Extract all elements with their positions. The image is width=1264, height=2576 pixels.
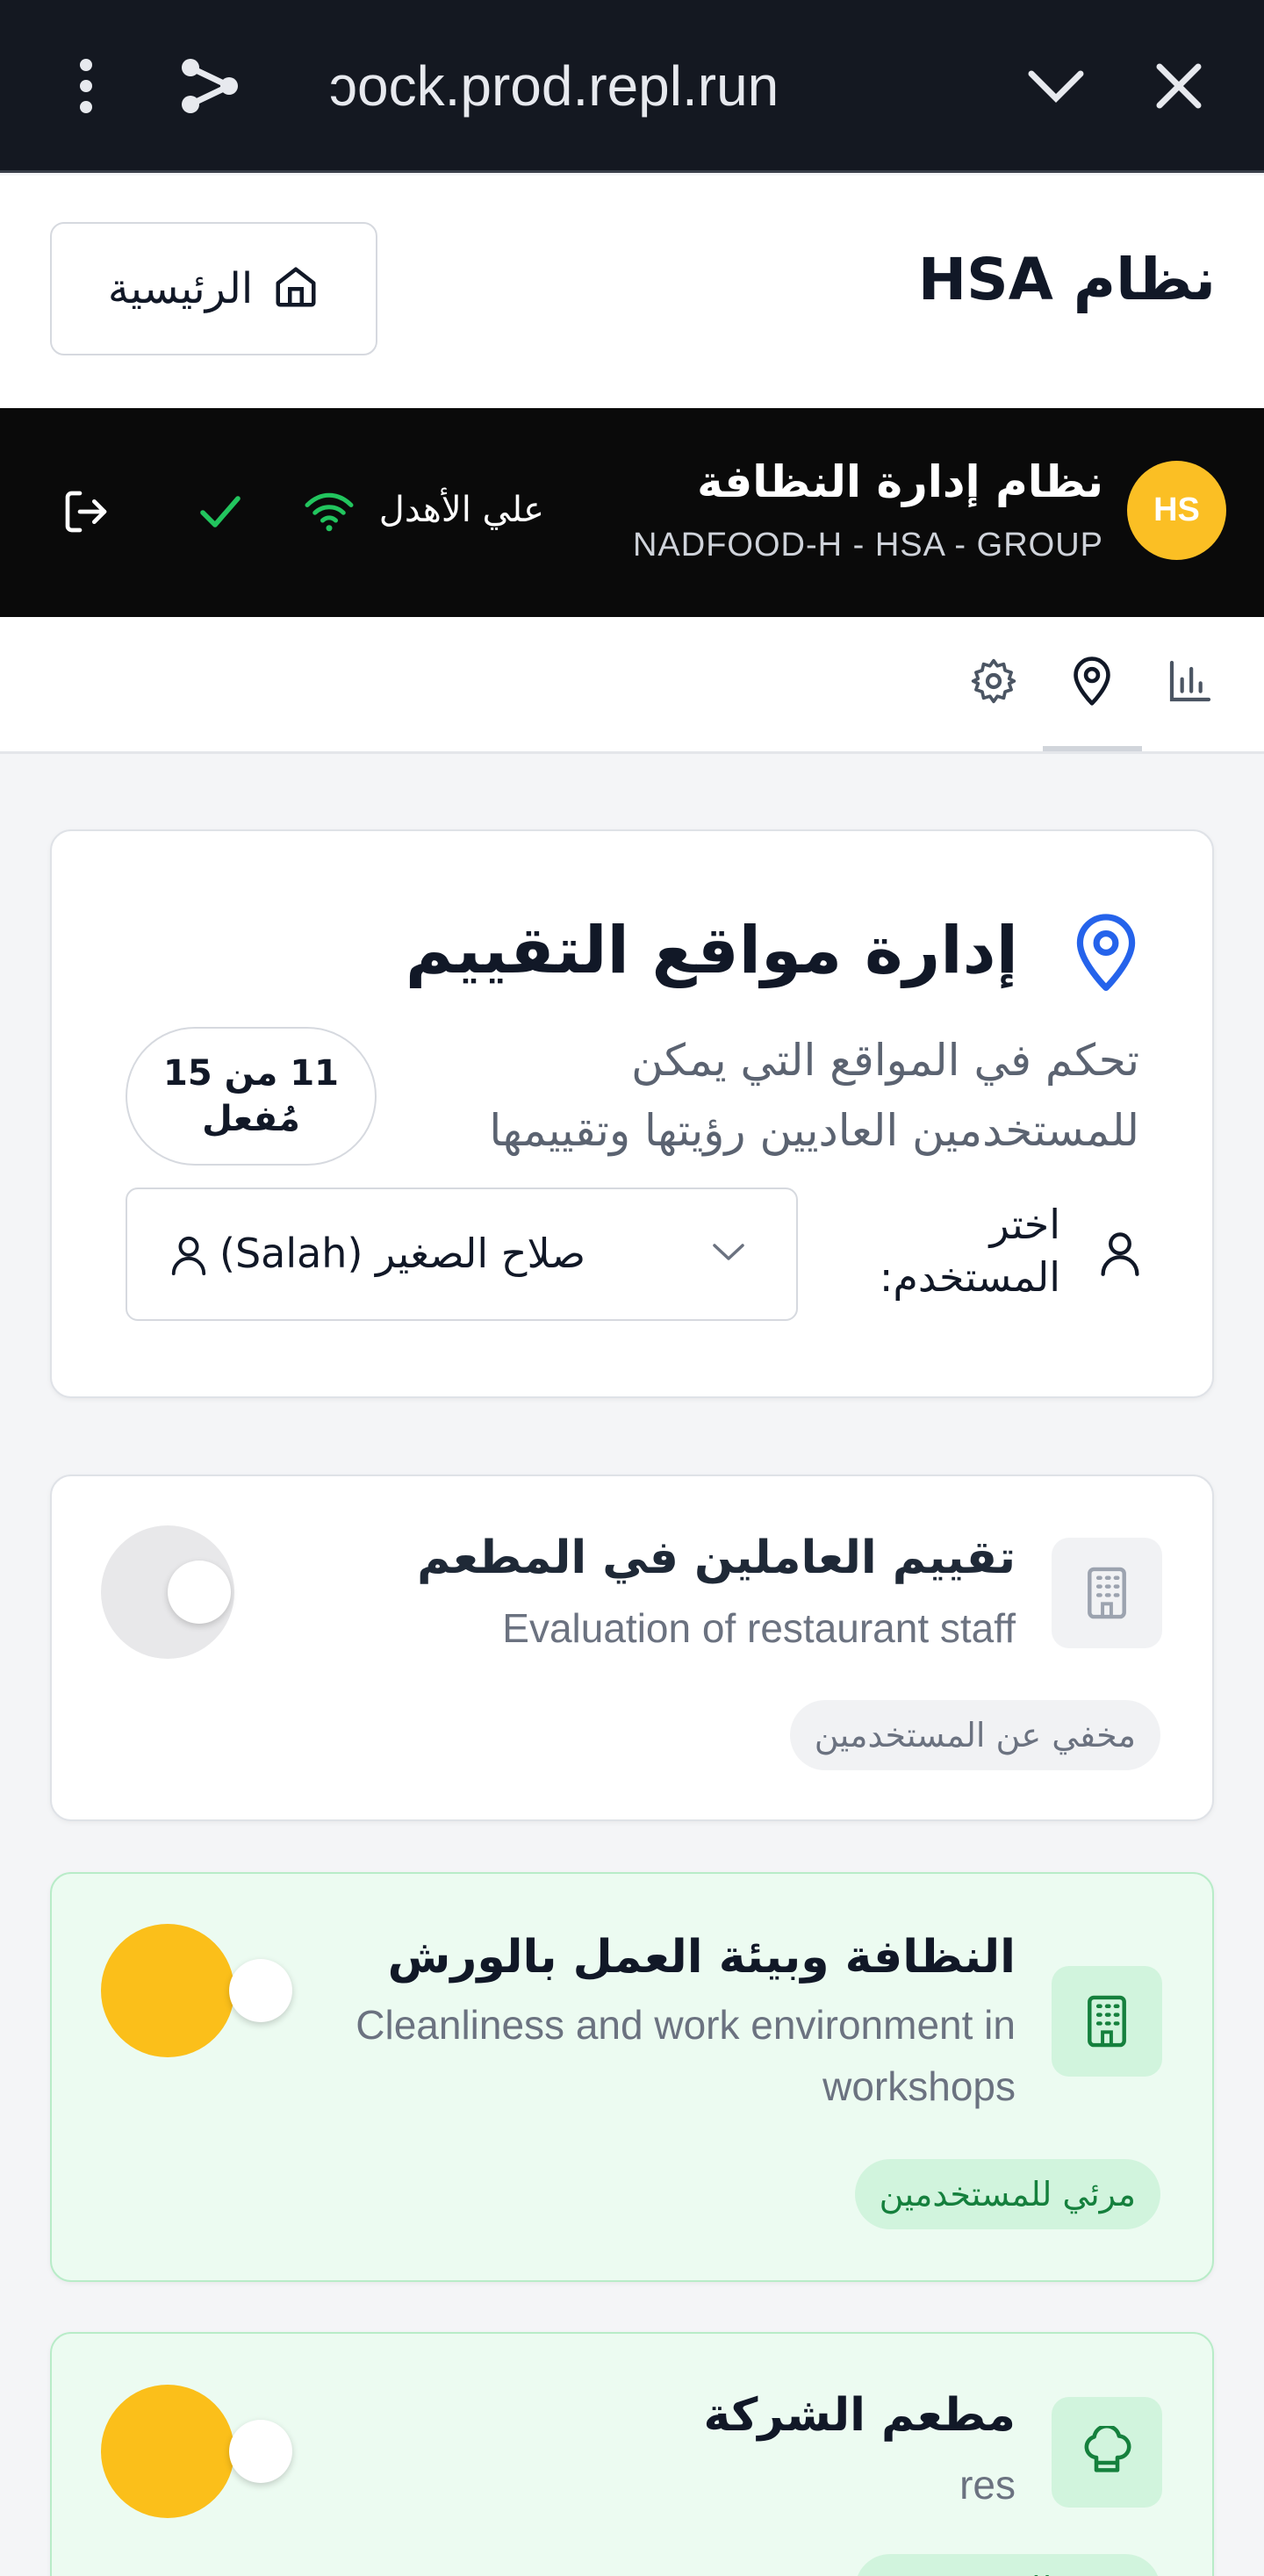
check-icon	[198, 492, 243, 535]
logout-icon[interactable]	[61, 487, 111, 540]
app-title: نظام HSA	[917, 246, 1216, 313]
close-icon[interactable]	[1137, 44, 1221, 128]
visibility-toggle[interactable]	[101, 1525, 305, 1659]
more-vertical-icon[interactable]	[44, 44, 128, 128]
status-badge: مخفي عن المستخدمين	[789, 1700, 1160, 1770]
home-icon	[272, 263, 320, 314]
location-title: مطعم الشركة	[703, 2389, 1016, 2442]
home-button-label: الرئيسية	[107, 264, 254, 313]
user-select[interactable]: صلاح الصغير (Salah)	[126, 1188, 798, 1321]
toggle-knob	[168, 1561, 231, 1624]
map-pin-icon	[1067, 655, 1117, 711]
tab-settings[interactable]	[954, 643, 1033, 722]
share-icon[interactable]	[167, 44, 251, 128]
user-icon	[1097, 1229, 1143, 1281]
chef-hat-icon	[1052, 2397, 1162, 2508]
enabled-count-badge: 11 من 15 مُفعل	[126, 1027, 377, 1166]
selected-user: صلاح الصغير (Salah)	[219, 1230, 585, 1277]
toggle-knob	[229, 2420, 292, 2483]
wifi-icon	[303, 487, 356, 540]
status-badge: مرئي للمستخدمين	[854, 2554, 1160, 2576]
org-subtitle: NADFOOD-H - HSA - GROUP	[632, 527, 1103, 563]
org-bar	[0, 408, 1264, 617]
page-title: إدارة مواقع التقييم	[405, 913, 1018, 988]
current-user-name: علي الأهدل	[378, 490, 544, 530]
map-pin-icon	[1071, 913, 1141, 997]
toggle-knob	[229, 1959, 292, 2022]
user-icon	[169, 1233, 209, 1281]
location-subtitle: Evaluation of restaurant staff	[502, 1605, 1016, 1651]
chevron-down-icon[interactable]	[1014, 44, 1098, 128]
org-name: نظام إدارة النظافة	[697, 456, 1103, 507]
page-description: تحكم في المواقع التي يمكن للمستخدمين الع…	[489, 1035, 1139, 1156]
gear-icon	[969, 657, 1018, 709]
avatar[interactable]: HS	[1127, 461, 1226, 560]
active-tab-indicator	[1043, 746, 1142, 751]
visibility-toggle[interactable]	[101, 2385, 305, 2518]
toggle-track	[101, 1924, 234, 2057]
chevron-down-icon	[711, 1238, 746, 1268]
choose-user-label: اختر المستخدم:	[879, 1201, 1060, 1301]
home-button[interactable]: الرئيسية	[50, 222, 377, 355]
location-title: تقييم العاملين في المطعم	[417, 1532, 1016, 1584]
location-subtitle: res	[959, 2462, 1016, 2508]
visibility-toggle[interactable]	[101, 1924, 305, 2057]
tab-stats[interactable]	[1151, 643, 1230, 722]
status-badge: مرئي للمستخدمين	[854, 2159, 1160, 2229]
url-text[interactable]: ɔock.prod.repl.run	[329, 44, 856, 128]
building-icon	[1052, 1538, 1162, 1648]
location-subtitle: Cleanliness and work environment in work…	[356, 2002, 1016, 2109]
toggle-track	[101, 2385, 234, 2518]
location-title: النظافة وبيئة العمل بالورش	[387, 1931, 1016, 1984]
tab-locations[interactable]	[1052, 643, 1131, 722]
bar-chart-icon	[1166, 657, 1215, 709]
building-icon	[1052, 1966, 1162, 2077]
